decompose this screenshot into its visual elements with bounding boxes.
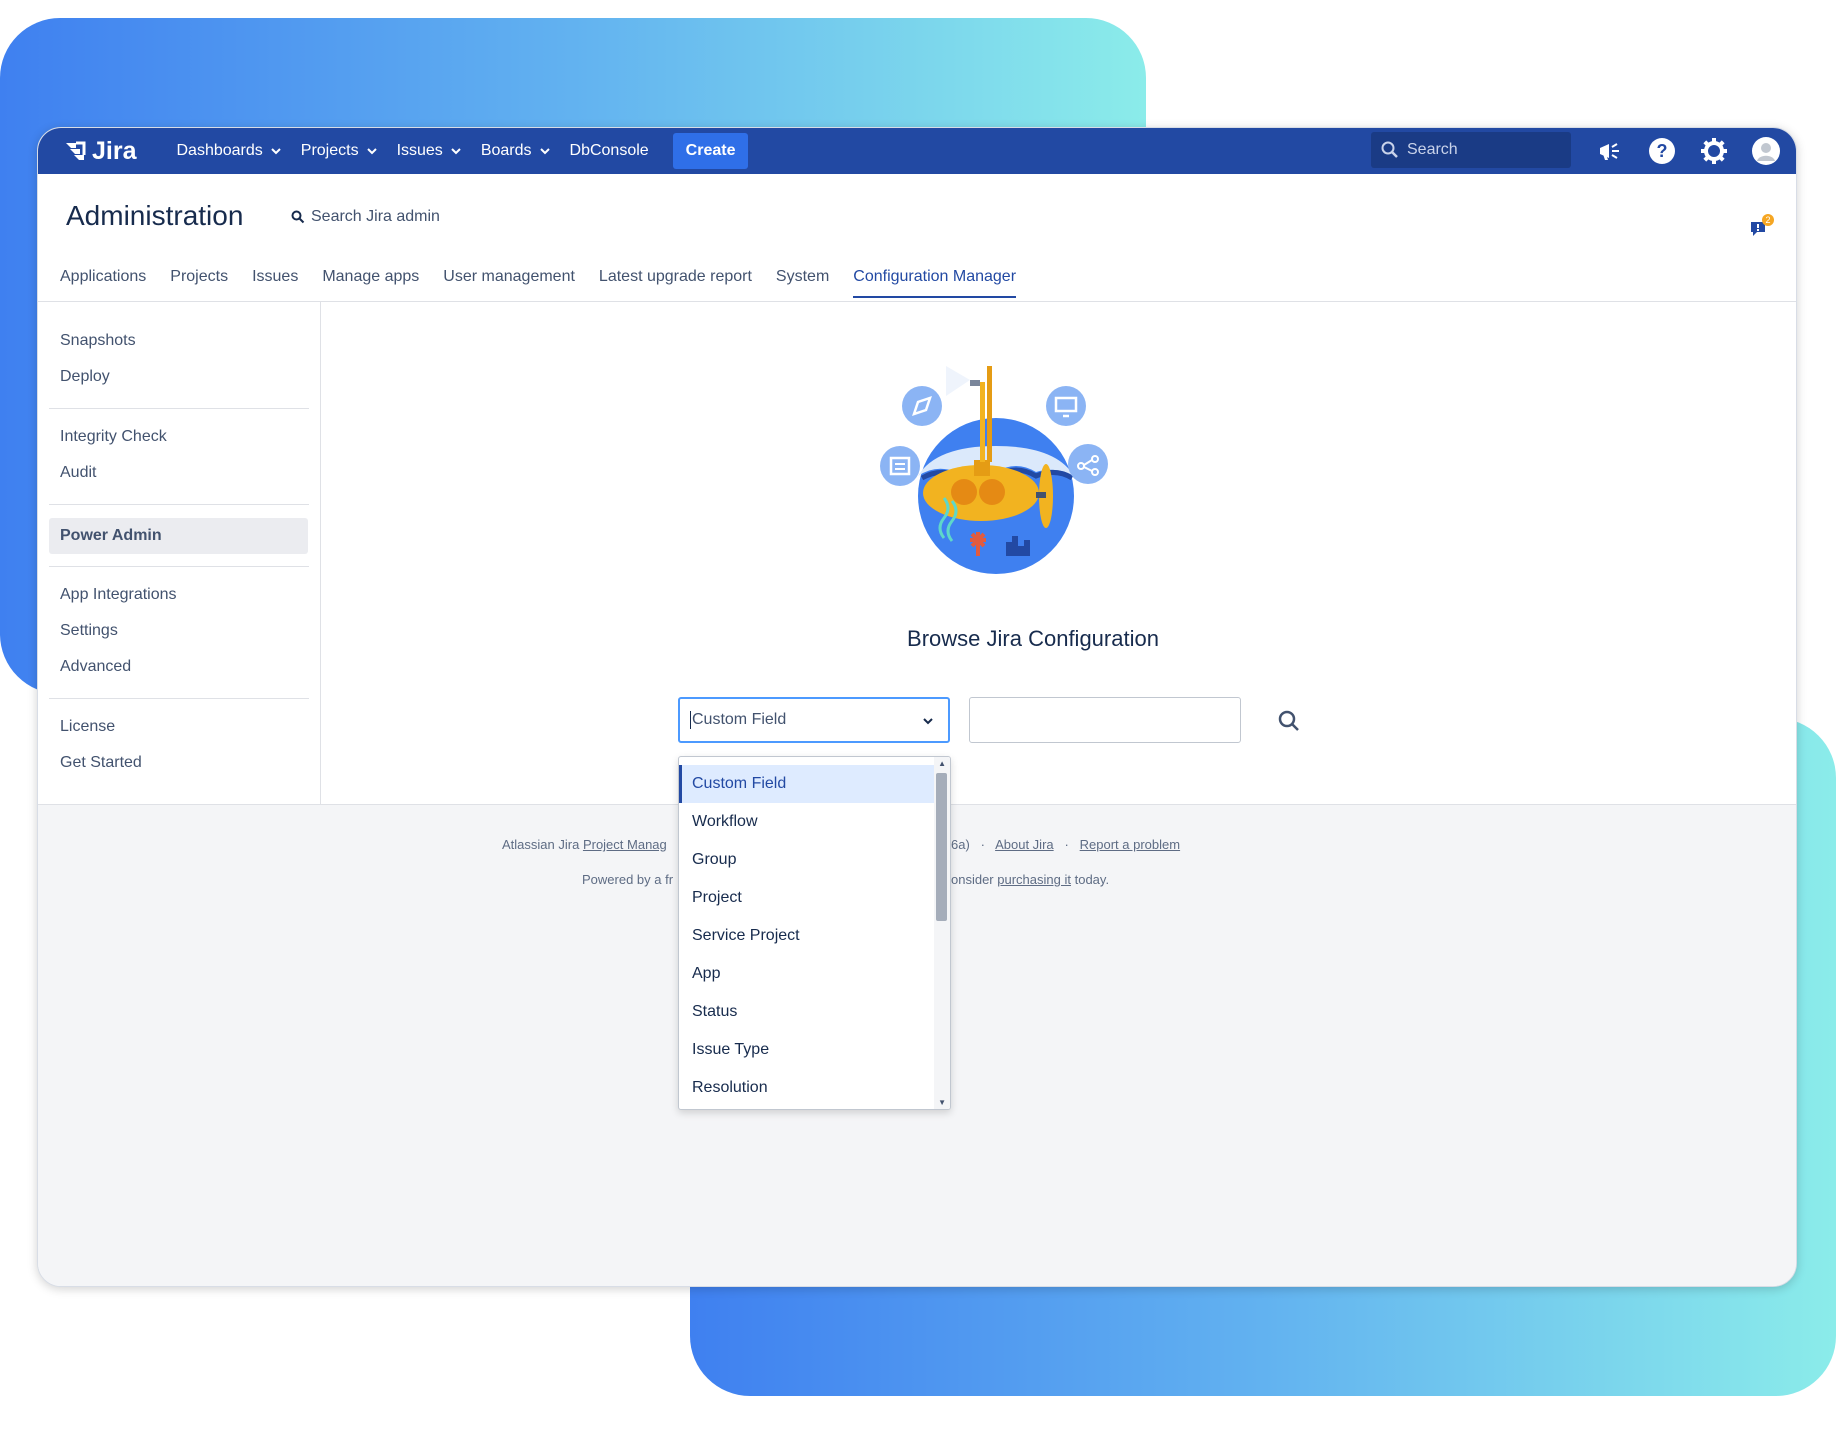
top-navigation: Jira Dashboards Projects Issues Boards D… (38, 128, 1796, 174)
nav-boards-label: Boards (480, 142, 532, 159)
tab-configuration-manager[interactable]: Configuration Manager (853, 268, 1017, 298)
chevron-down-icon (539, 148, 550, 155)
chevron-down-icon (451, 148, 461, 155)
dropdown-option-workflow[interactable]: Workflow (679, 803, 934, 841)
footer-line-2: Powered by a fr (582, 872, 674, 887)
nav-dashboards[interactable]: Dashboards (176, 142, 281, 160)
search-icon (1381, 141, 1398, 158)
sidebar-divider (49, 566, 309, 567)
nav-projects[interactable]: Projects (301, 142, 377, 160)
nav-issues[interactable]: Issues (397, 142, 461, 160)
tab-manage-apps[interactable]: Manage apps (322, 268, 419, 298)
config-type-select-value: Custom Field (692, 711, 787, 728)
about-jira-link[interactable]: About Jira (995, 837, 1054, 852)
tab-latest-upgrade-report[interactable]: Latest upgrade report (599, 268, 752, 298)
sidebar-item-deploy[interactable]: Deploy (60, 368, 110, 386)
dropdown-option-custom-field[interactable]: Custom Field (679, 765, 934, 803)
feedback-icon[interactable]: 2 (1748, 214, 1776, 247)
search-icon (1278, 710, 1299, 731)
avatar-icon[interactable] (1751, 136, 1781, 166)
create-button[interactable]: Create (672, 133, 749, 169)
sidebar-item-snapshots[interactable]: Snapshots (60, 332, 136, 350)
dropdown-option-app[interactable]: App (679, 955, 934, 993)
svg-text:?: ? (1657, 141, 1668, 161)
nav-projects-label: Projects (300, 142, 359, 159)
sidebar-divider (49, 504, 309, 505)
tab-issues[interactable]: Issues (252, 268, 298, 298)
footer-consider-text: onsider (951, 872, 994, 887)
admin-search-link[interactable]: Search Jira admin (291, 208, 440, 226)
config-type-dropdown: Custom Field Workflow Group Project Serv… (678, 756, 951, 1110)
chevron-down-icon (923, 718, 933, 725)
purchasing-link[interactable]: purchasing it (997, 872, 1071, 887)
megaphone-icon[interactable] (1595, 136, 1625, 166)
footer-today-text: today. (1074, 872, 1110, 887)
jira-logo-icon (66, 141, 86, 160)
sidebar: Snapshots Deploy Integrity Check Audit P… (38, 302, 321, 804)
dropdown-option-service-project[interactable]: Service Project (679, 917, 934, 955)
dropdown-scrollbar[interactable]: ▲ ▼ (934, 757, 950, 1109)
feedback-badge: 2 (1765, 215, 1770, 225)
config-type-select[interactable]: Custom Field (678, 697, 950, 743)
app-window: Jira Dashboards Projects Issues Boards D… (37, 127, 1797, 1287)
sidebar-item-license[interactable]: License (60, 718, 115, 736)
page-title: Administration (66, 200, 244, 231)
footer-line-2-right: onsider purchasing it today. (951, 872, 1109, 887)
tab-system[interactable]: System (776, 268, 829, 298)
nav-dbconsole-label: DbConsole (569, 142, 649, 159)
dropdown-option-group[interactable]: Group (679, 841, 934, 879)
sidebar-item-advanced[interactable]: Advanced (60, 658, 131, 676)
footer-version: 6a) (951, 837, 970, 852)
search-icon (291, 210, 305, 224)
dropdown-option-project[interactable]: Project (679, 879, 934, 917)
tab-applications[interactable]: Applications (60, 268, 146, 298)
admin-tabs: Applications Projects Issues Manage apps… (60, 268, 1040, 298)
footer-line-1: Atlassian Jira Project Manag (502, 837, 667, 852)
tab-user-management[interactable]: User management (443, 268, 575, 298)
scroll-up-arrow-icon[interactable]: ▲ (938, 759, 946, 768)
logo-text: Jira (92, 136, 137, 165)
sidebar-item-power-admin[interactable]: Power Admin (49, 518, 308, 554)
sidebar-item-integrity-check[interactable]: Integrity Check (60, 428, 167, 446)
sidebar-item-get-started[interactable]: Get Started (60, 754, 142, 772)
chevron-down-icon (271, 148, 281, 155)
sidebar-item-audit[interactable]: Audit (60, 464, 96, 482)
nav-dbconsole[interactable]: DbConsole (570, 142, 649, 160)
nav-dashboards-label: Dashboards (176, 142, 263, 159)
sidebar-item-settings[interactable]: Settings (60, 622, 118, 640)
jira-logo[interactable]: Jira (62, 137, 136, 166)
dropdown-option-status[interactable]: Status (679, 993, 934, 1031)
gear-icon[interactable] (1699, 136, 1729, 166)
search-button[interactable] (1274, 706, 1304, 736)
global-search-input[interactable]: Search (1371, 132, 1571, 168)
browse-title: Browse Jira Configuration (907, 626, 1159, 651)
tab-projects[interactable]: Projects (170, 268, 228, 298)
global-search-placeholder: Search (1407, 141, 1458, 158)
sidebar-divider (49, 698, 309, 699)
text-cursor (690, 711, 691, 729)
scrollbar-thumb[interactable] (936, 773, 947, 921)
footer-product: Atlassian Jira (502, 837, 580, 852)
footer-project-management-link[interactable]: Project Manag (583, 837, 667, 852)
scroll-down-arrow-icon[interactable]: ▼ (938, 1098, 946, 1107)
help-icon[interactable]: ? (1647, 136, 1677, 166)
report-problem-link[interactable]: Report a problem (1080, 837, 1180, 852)
sidebar-divider (49, 408, 309, 409)
chevron-down-icon (366, 148, 377, 155)
nav-boards[interactable]: Boards (481, 142, 550, 160)
dropdown-option-issue-type[interactable]: Issue Type (679, 1031, 934, 1069)
submarine-illustration (880, 366, 1108, 574)
admin-search-label: Search Jira admin (311, 208, 440, 225)
dropdown-option-resolution[interactable]: Resolution (679, 1069, 934, 1107)
nav-issues-label: Issues (396, 142, 443, 159)
sidebar-item-app-integrations[interactable]: App Integrations (60, 586, 177, 604)
footer-line-1-right: 6a) · About Jira · Report a problem (951, 837, 1181, 852)
config-search-input[interactable] (969, 697, 1241, 743)
nav-menu: Dashboards Projects Issues Boards DbCons… (176, 133, 749, 169)
